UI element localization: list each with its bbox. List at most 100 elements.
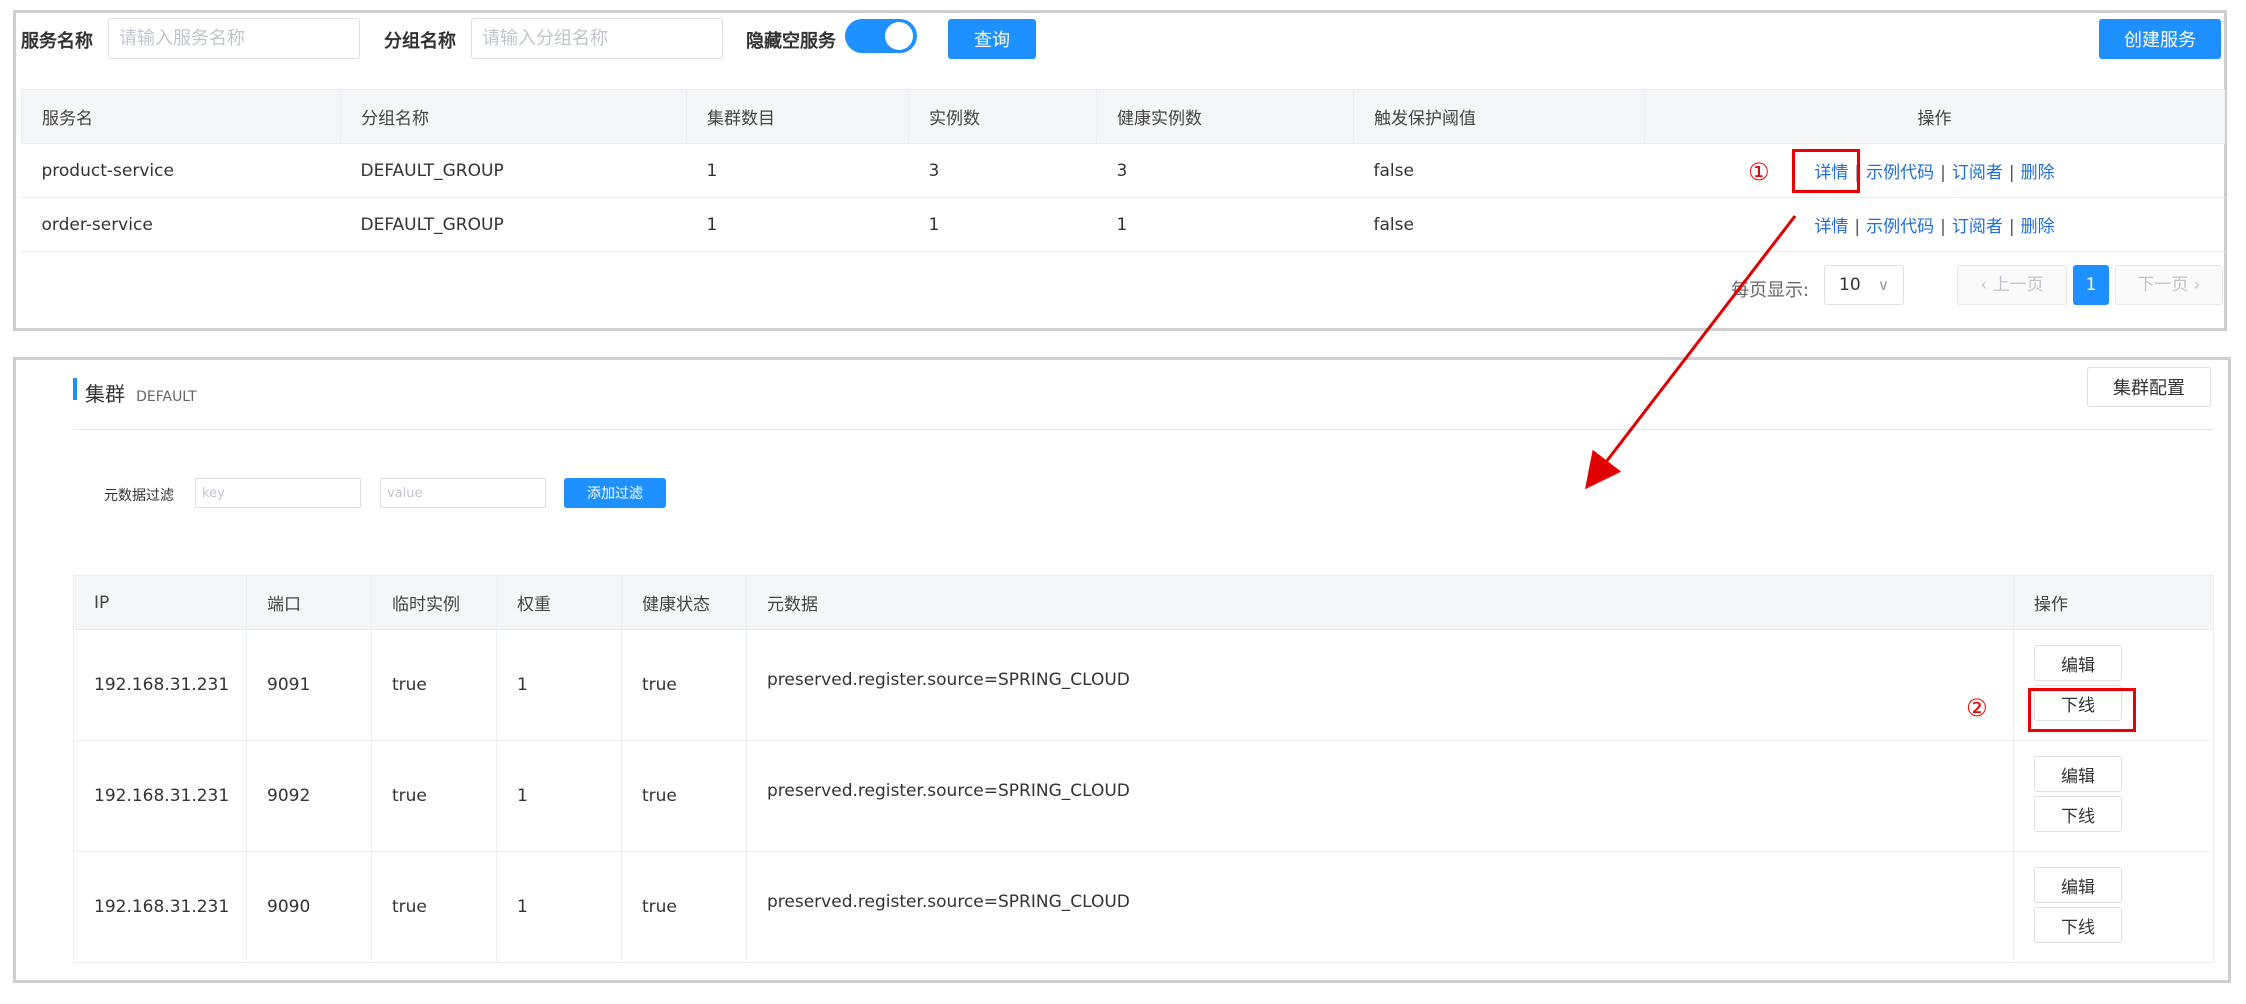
col-weight: 权重 [496, 575, 622, 630]
sample-code-link[interactable]: 示例代码 [1866, 217, 1934, 237]
hide-empty-label: 隐藏空服务 [746, 31, 836, 52]
detail-link[interactable]: 详情 [1814, 217, 1848, 237]
ip-cell: 192.168.31.231 [73, 851, 247, 963]
weight-cell: 1 [496, 740, 622, 852]
col-health: 健康状态 [621, 575, 747, 630]
actions-cell: 详情 | 示例代码 | 订阅者 | 删除 [1644, 143, 2225, 198]
ephemeral-cell: true [371, 629, 497, 741]
col-ephemeral: 临时实例 [371, 575, 497, 630]
cluster-panel: 集群 DEFAULT 集群配置 元数据过滤 添加过滤 IP 端口 临时实例 权重… [13, 357, 2231, 983]
health-cell: true [621, 740, 747, 852]
highlight-detail-box [1792, 149, 1860, 193]
table-row: 192.168.31.231 9090 true 1 true preserve… [73, 851, 2214, 963]
col-ip: IP [73, 575, 247, 630]
page-number-current[interactable]: 1 [2073, 265, 2109, 305]
actions-cell: 编辑 下线 [2013, 740, 2214, 852]
separator: | [2008, 163, 2015, 183]
chevron-left-icon: ‹ [1980, 275, 1988, 295]
group-name-input[interactable] [471, 18, 723, 59]
service-list-panel: 服务名称 分组名称 隐藏空服务 查询 创建服务 服务名 分组名称 集群数目 实例… [13, 10, 2227, 331]
search-bar: 服务名称 分组名称 隐藏空服务 查询 创建服务 [16, 13, 2224, 89]
table-row: order-service DEFAULT_GROUP 1 1 1 false … [21, 197, 2225, 252]
col-threshold: 触发保护阈值 [1353, 89, 1645, 144]
chevron-down-icon: ∨ [1878, 276, 1889, 294]
instance-count-cell: 1 [908, 197, 1097, 252]
highlight-offline-box [2028, 688, 2136, 732]
ip-cell: 192.168.31.231 [73, 740, 247, 852]
col-actions: 操作 [1644, 89, 2225, 144]
table-row: 192.168.31.231 9091 true 1 true preserve… [73, 629, 2214, 741]
cluster-count-cell: 1 [686, 197, 909, 252]
col-cluster-count: 集群数目 [686, 89, 909, 144]
metadata-key-input[interactable] [195, 478, 361, 508]
health-cell: true [621, 851, 747, 963]
prev-page-button[interactable]: ‹ 上一页 [1957, 265, 2067, 305]
threshold-cell: false [1353, 197, 1645, 252]
toggle-knob [885, 22, 913, 50]
weight-cell: 1 [496, 851, 622, 963]
col-metadata: 元数据 [746, 575, 2014, 630]
cluster-name: DEFAULT [136, 389, 197, 405]
edit-button[interactable]: 编辑 [2034, 756, 2122, 792]
delete-link[interactable]: 删除 [2021, 217, 2055, 237]
divider [73, 429, 2213, 430]
next-page-button[interactable]: 下一页 › [2115, 265, 2223, 305]
subscribers-link[interactable]: 订阅者 [1952, 217, 2003, 237]
col-service-name: 服务名 [21, 89, 341, 144]
col-instance-count: 实例数 [908, 89, 1097, 144]
create-service-button[interactable]: 创建服务 [2099, 19, 2221, 59]
edit-button[interactable]: 编辑 [2034, 645, 2122, 681]
group-cell: DEFAULT_GROUP [340, 143, 687, 198]
threshold-cell: false [1353, 143, 1645, 198]
delete-link[interactable]: 删除 [2021, 163, 2055, 183]
cluster-header: 集群 DEFAULT [73, 378, 197, 406]
step-1-marker: ① [1748, 158, 1770, 186]
ephemeral-cell: true [371, 740, 497, 852]
edit-button[interactable]: 编辑 [2034, 867, 2122, 903]
separator: | [2008, 217, 2015, 237]
ephemeral-cell: true [371, 851, 497, 963]
port-cell: 9090 [246, 851, 372, 963]
table-row: product-service DEFAULT_GROUP 1 3 3 fals… [21, 143, 2225, 198]
separator: | [1854, 217, 1861, 237]
cluster-config-button[interactable]: 集群配置 [2087, 367, 2211, 407]
metadata-cell: preserved.register.source=SPRING_CLOUD [746, 851, 2014, 963]
table-header-row: IP 端口 临时实例 权重 健康状态 元数据 操作 [73, 575, 2214, 630]
group-cell: DEFAULT_GROUP [340, 197, 687, 252]
metadata-filter-label: 元数据过滤 [104, 488, 174, 504]
col-actions: 操作 [2013, 575, 2214, 630]
sample-code-link[interactable]: 示例代码 [1866, 163, 1934, 183]
subscribers-link[interactable]: 订阅者 [1952, 163, 2003, 183]
metadata-cell: preserved.register.source=SPRING_CLOUD [746, 629, 2014, 741]
col-port: 端口 [246, 575, 372, 630]
separator: | [1940, 163, 1946, 183]
table-row: 192.168.31.231 9092 true 1 true preserve… [73, 740, 2214, 852]
table-header-row: 服务名 分组名称 集群数目 实例数 健康实例数 触发保护阈值 操作 [21, 89, 2225, 144]
service-name-input[interactable] [108, 18, 360, 59]
cluster-title: 集群 [85, 382, 125, 406]
service-name-label: 服务名称 [21, 31, 93, 52]
offline-button[interactable]: 下线 [2034, 907, 2122, 943]
health-cell: true [621, 629, 747, 741]
group-name-label: 分组名称 [384, 31, 456, 52]
healthy-count-cell: 1 [1096, 197, 1354, 252]
ip-cell: 192.168.31.231 [73, 629, 247, 741]
query-button[interactable]: 查询 [948, 19, 1036, 59]
port-cell: 9092 [246, 740, 372, 852]
service-name-cell: order-service [21, 197, 341, 252]
add-filter-button[interactable]: 添加过滤 [564, 478, 666, 508]
actions-cell: 详情 | 示例代码 | 订阅者 | 删除 [1644, 197, 2225, 252]
cluster-count-cell: 1 [686, 143, 909, 198]
next-page-label: 下一页 [2137, 275, 2189, 295]
services-table: 服务名 分组名称 集群数目 实例数 健康实例数 触发保护阈值 操作 produc… [21, 89, 2225, 252]
offline-button[interactable]: 下线 [2034, 796, 2122, 832]
page-size-label: 每页显示: [1731, 280, 1810, 301]
instances-table: IP 端口 临时实例 权重 健康状态 元数据 操作 192.168.31.231… [73, 575, 2214, 963]
hide-empty-toggle[interactable] [845, 19, 917, 53]
port-cell: 9091 [246, 629, 372, 741]
metadata-value-input[interactable] [380, 478, 546, 508]
separator: | [1940, 217, 1946, 237]
page-size-select[interactable]: 10 ∨ [1824, 265, 1904, 305]
instance-count-cell: 3 [908, 143, 1097, 198]
service-name-cell: product-service [21, 143, 341, 198]
